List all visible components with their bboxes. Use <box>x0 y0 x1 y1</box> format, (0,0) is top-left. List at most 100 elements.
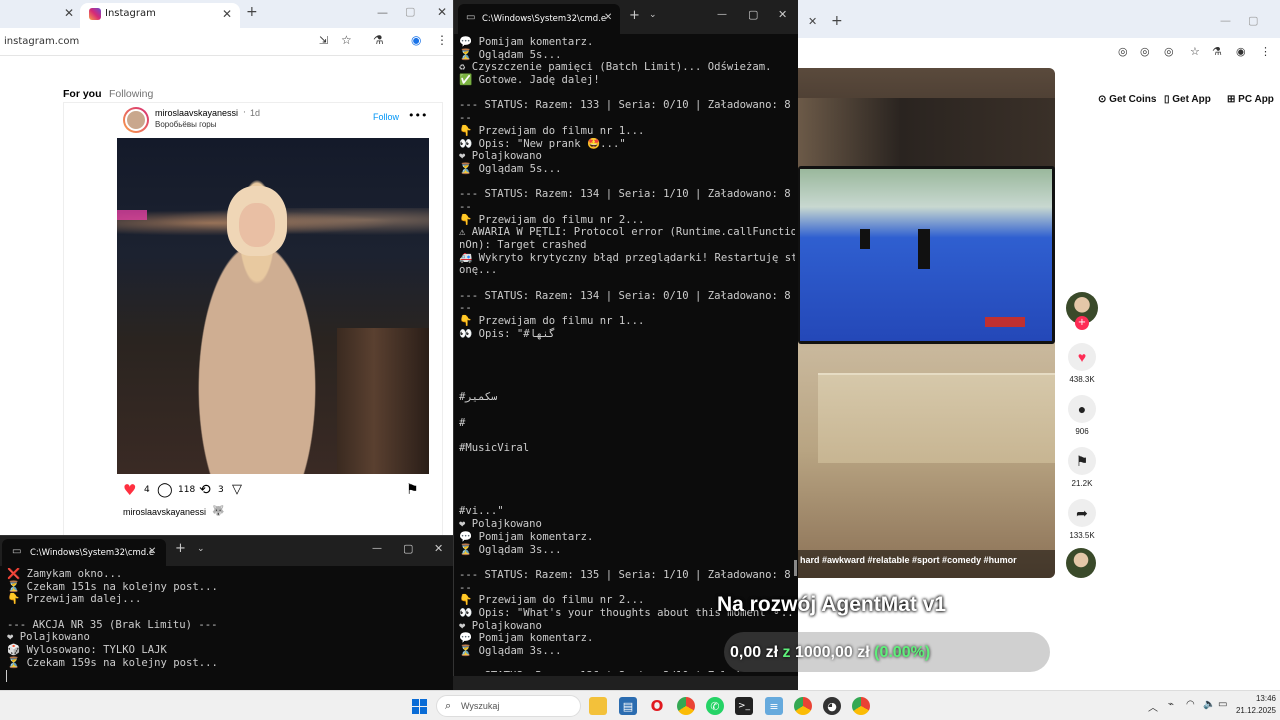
close-window-icon[interactable]: ✕ <box>778 8 787 21</box>
comment-action[interactable]: ● 906 <box>1060 395 1104 436</box>
close-tab-icon[interactable]: ✕ <box>64 6 74 20</box>
tab-for-you[interactable]: For you <box>63 88 102 100</box>
follow-plus-icon[interactable]: + <box>1075 316 1089 330</box>
follow-button[interactable]: Follow <box>373 112 399 122</box>
terminal-line: onę... <box>459 264 498 277</box>
minimize-icon[interactable]: — <box>377 6 388 19</box>
like-action[interactable]: ♥ 438.3K <box>1060 343 1104 384</box>
eye-off-icon[interactable]: ◎ <box>1118 45 1128 58</box>
music-disc-avatar[interactable] <box>1066 548 1096 578</box>
chevron-down-icon[interactable]: ⌄ <box>649 10 657 20</box>
repost-icon[interactable]: ⟲ <box>199 481 211 499</box>
usb-icon[interactable]: ⌁ <box>1168 699 1174 710</box>
comment-bubble-icon[interactable]: ● <box>1068 395 1096 423</box>
close-tab-icon[interactable]: ✕ <box>148 546 156 557</box>
share-icon[interactable]: ▽ <box>232 481 242 499</box>
menu-dots-icon[interactable]: ⋮ <box>436 33 448 47</box>
post-image[interactable] <box>117 138 429 474</box>
new-tab-icon[interactable]: + <box>175 541 186 556</box>
tiktok-video[interactable]: hard #awkward #relatable #sport #comedy … <box>798 68 1055 578</box>
balustrade <box>337 328 429 474</box>
share-action[interactable]: ➦ 133.5K <box>1060 499 1104 540</box>
caption-emoji-icon: 🐺 <box>212 506 225 517</box>
post-location[interactable]: Воробьёвы горы <box>155 120 217 129</box>
cmd-small-titlebar: ▭ C:\Windows\System32\cmd.e ✕ + ⌄ — ▢ ✕ <box>0 536 453 566</box>
pc-app-button[interactable]: ⊞ PC App <box>1227 94 1274 105</box>
app-icon[interactable]: ◕ <box>823 697 841 715</box>
install-app-icon[interactable]: ⇲ <box>319 34 328 47</box>
volume-icon[interactable]: 🔈 <box>1203 699 1215 710</box>
close-tab-icon[interactable]: ✕ <box>222 7 232 21</box>
url-text[interactable]: instagram.com <box>4 36 79 47</box>
minimize-icon[interactable]: — <box>1220 14 1231 27</box>
maximize-icon[interactable]: ▢ <box>403 542 413 555</box>
extensions-icon[interactable]: ⚗ <box>373 33 384 47</box>
profile-icon[interactable]: ◉ <box>411 33 421 47</box>
caption-username[interactable]: miroslaavskayanessi <box>123 507 206 517</box>
new-tab-icon[interactable]: + <box>246 4 258 20</box>
store-icon[interactable]: ▤ <box>619 697 637 715</box>
taskbar-search-box[interactable]: ⌕ Wyszukaj <box>436 695 581 717</box>
terminal-app-icon[interactable]: >_ <box>735 697 753 715</box>
like-heart-icon[interactable]: ♥ <box>123 481 136 499</box>
post-time: 1d <box>250 108 261 118</box>
cmd-main-output[interactable]: 💬 Pomijam komentarz. ⏳ Oglądam 5s... ♻ Czy… <box>459 36 795 672</box>
get-coins-button[interactable]: ⊙ Get Coins <box>1098 94 1156 105</box>
eye-off-icon[interactable]: ◎ <box>1140 45 1150 58</box>
menu-dots-icon[interactable]: ⋮ <box>1260 45 1271 58</box>
bookmark-star-icon[interactable]: ☆ <box>341 33 352 47</box>
notepad-icon[interactable]: ≡ <box>765 697 783 715</box>
star-icon[interactable]: ☆ <box>1190 45 1200 58</box>
battery-icon[interactable]: ▭ <box>1218 699 1227 710</box>
save-action[interactable]: ⚑ 21.2K <box>1060 447 1104 488</box>
comment-icon[interactable]: ◯ <box>157 481 173 499</box>
tab-instagram[interactable]: Instagram ✕ <box>80 3 240 28</box>
share-arrow-icon[interactable]: ➦ <box>1068 499 1096 527</box>
windows-start-icon[interactable] <box>410 697 428 715</box>
eye-off-icon[interactable]: ◎ <box>1164 45 1174 58</box>
opera-icon[interactable]: O <box>648 697 666 715</box>
post-username[interactable]: miroslaavskayanessi <box>155 108 238 118</box>
hashtag-text[interactable]: hard #awkward #relatable #sport #comedy … <box>800 555 1017 565</box>
more-options-icon[interactable]: ••• <box>408 109 427 122</box>
chrome-icon[interactable] <box>852 697 870 715</box>
whatsapp-icon[interactable]: ✆ <box>706 697 724 715</box>
close-window-icon[interactable]: ✕ <box>434 542 443 555</box>
donation-of: z <box>782 644 791 661</box>
address-bar[interactable]: instagram.com ⇲ ☆ ⚗ ◉ ⋮ <box>0 28 453 56</box>
heart-icon[interactable]: ♥ <box>1068 343 1096 371</box>
get-app-button[interactable]: ▯ Get App <box>1164 94 1211 105</box>
file-explorer-icon[interactable] <box>589 697 607 715</box>
minimize-icon[interactable]: — <box>372 543 382 554</box>
tab-following[interactable]: Following <box>109 88 153 100</box>
chrome-icon[interactable] <box>794 697 812 715</box>
extensions-icon[interactable]: ⚗ <box>1212 45 1222 58</box>
cmd-small-output[interactable]: ❌ Zamykam okno... ⏳ Czekam 151s na kolejn… <box>7 568 447 688</box>
maximize-icon[interactable]: ▢ <box>405 5 415 18</box>
maximize-icon[interactable]: ▢ <box>748 8 758 21</box>
terminal-line: 👇 Przewijam dalej... <box>7 593 142 606</box>
minimize-icon[interactable]: — <box>717 9 727 20</box>
new-tab-icon[interactable]: + <box>831 13 843 29</box>
cmd-main-tab[interactable]: ▭ C:\Windows\System32\cmd.e ✕ <box>458 4 620 34</box>
close-tab-icon[interactable]: ✕ <box>808 15 817 28</box>
chevron-up-icon[interactable]: ︿ <box>1148 699 1158 714</box>
chrome-icon[interactable] <box>677 697 695 715</box>
wifi-icon[interactable]: ◠ <box>1186 699 1195 710</box>
bookmark-icon[interactable]: ⚑ <box>1068 447 1096 475</box>
save-bookmark-icon[interactable]: ⚑ <box>406 481 419 499</box>
close-tab-icon[interactable]: ✕ <box>604 12 612 23</box>
new-tab-icon[interactable]: + <box>629 8 640 23</box>
avatar[interactable] <box>123 107 149 133</box>
chevron-down-icon[interactable]: ⌄ <box>197 544 205 554</box>
close-window-icon[interactable]: ✕ <box>437 5 447 19</box>
clock-date[interactable]: 21.12.2025 <box>1232 706 1276 715</box>
maximize-icon[interactable]: ▢ <box>1248 14 1258 27</box>
scrollbar-thumb[interactable] <box>794 560 797 576</box>
cmd-small-tab[interactable]: ▭ C:\Windows\System32\cmd.e ✕ <box>2 539 166 566</box>
profile-icon[interactable]: ◉ <box>1236 45 1246 58</box>
terminal-line: ⚠ AWARIA W PĘTLI: Protocol error (Runtim… <box>459 226 795 239</box>
clock-time[interactable]: 13:46 <box>1234 694 1276 703</box>
